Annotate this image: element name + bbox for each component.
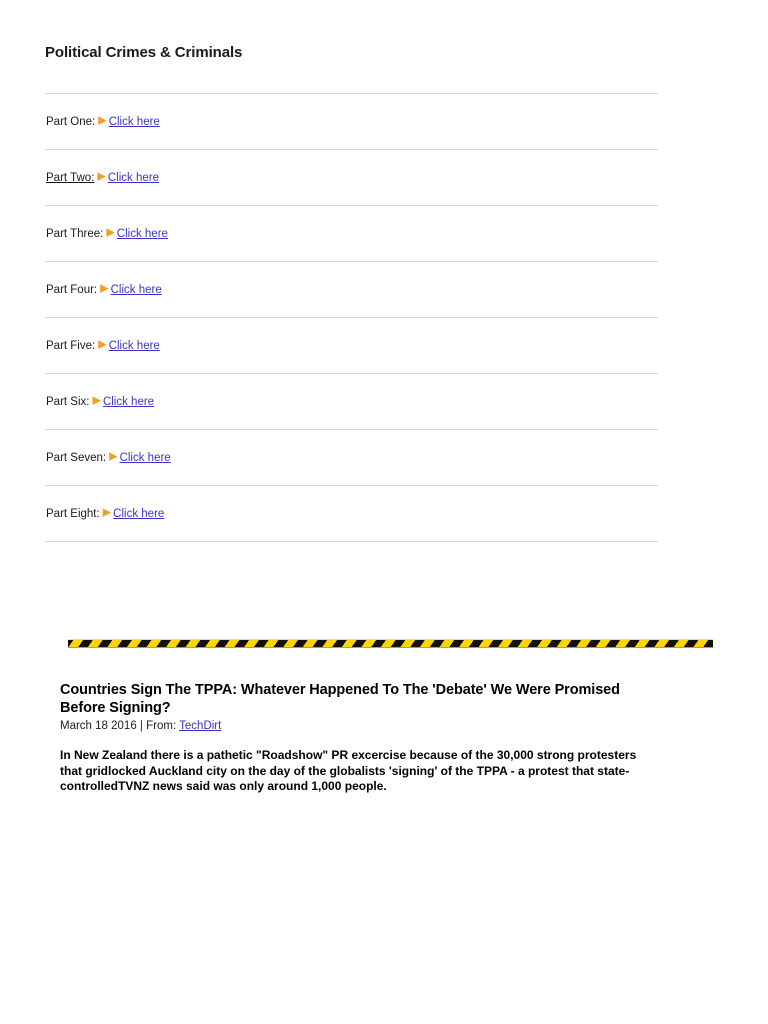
part-label: Part One: [46,115,96,128]
part-label: Part Seven: [46,451,107,464]
click-here-link[interactable]: Click here [111,284,162,296]
article-date: March 18 2016 [60,720,137,732]
article-headline: Countries Sign The TPPA: Whatever Happen… [60,682,620,716]
play-triangle-icon: ▶ [106,226,115,239]
part-label: Part Three: [46,227,104,240]
play-triangle-icon: ▶ [97,170,106,183]
document-page: Political Crimes & Criminals Part One: ▶… [0,0,768,1024]
play-triangle-icon: ▶ [92,394,101,407]
part-label: Part Five: [46,339,96,352]
list-item[interactable]: Part Four: ▶ Click here [45,262,658,317]
part-label: Part Four: [46,283,98,296]
hazard-stripe-divider [68,639,713,648]
byline-separator: | [139,720,143,732]
list-item[interactable]: Part Seven: ▶ Click here [45,430,658,485]
part-label: Part Six: [46,395,90,408]
list-item[interactable]: Part Two: ▶ Click here [45,150,658,205]
part-label: Part Eight: [46,507,100,520]
list-item[interactable]: Part Three: ▶ Click here [45,206,658,261]
play-triangle-icon: ▶ [98,114,107,127]
article-source-link[interactable]: TechDirt [179,720,221,732]
click-here-link[interactable]: Click here [117,228,168,240]
article-body: In New Zealand there is a pathetic "Road… [60,748,637,793]
click-here-link[interactable]: Click here [113,508,164,520]
list-divider [45,541,658,542]
play-triangle-icon: ▶ [98,338,107,351]
article: Countries Sign The TPPA: Whatever Happen… [60,681,660,795]
click-here-link[interactable]: Click here [109,340,160,352]
click-here-link[interactable]: Click here [103,396,154,408]
click-here-link[interactable]: Click here [120,452,171,464]
list-item[interactable]: Part Six: ▶ Click here [45,374,658,429]
parts-list: Part One: ▶ Click here Part Two: ▶ Click… [45,93,658,542]
from-label: From: [146,720,177,732]
play-triangle-icon: ▶ [109,450,118,463]
page-title: Political Crimes & Criminals [45,44,243,61]
part-label: Part Two: [46,171,95,184]
click-here-link[interactable]: Click here [109,116,160,128]
play-triangle-icon: ▶ [102,506,112,519]
play-triangle-icon: ▶ [100,282,109,295]
click-here-link[interactable]: Click here [108,172,159,184]
list-item[interactable]: Part One: ▶ Click here [45,94,658,149]
list-item[interactable]: Part Five: ▶ Click here [45,318,658,373]
list-item[interactable]: Part Eight: ▶ Click here [45,486,658,541]
article-byline: March 18 2016 | From: TechDirt [60,719,660,734]
